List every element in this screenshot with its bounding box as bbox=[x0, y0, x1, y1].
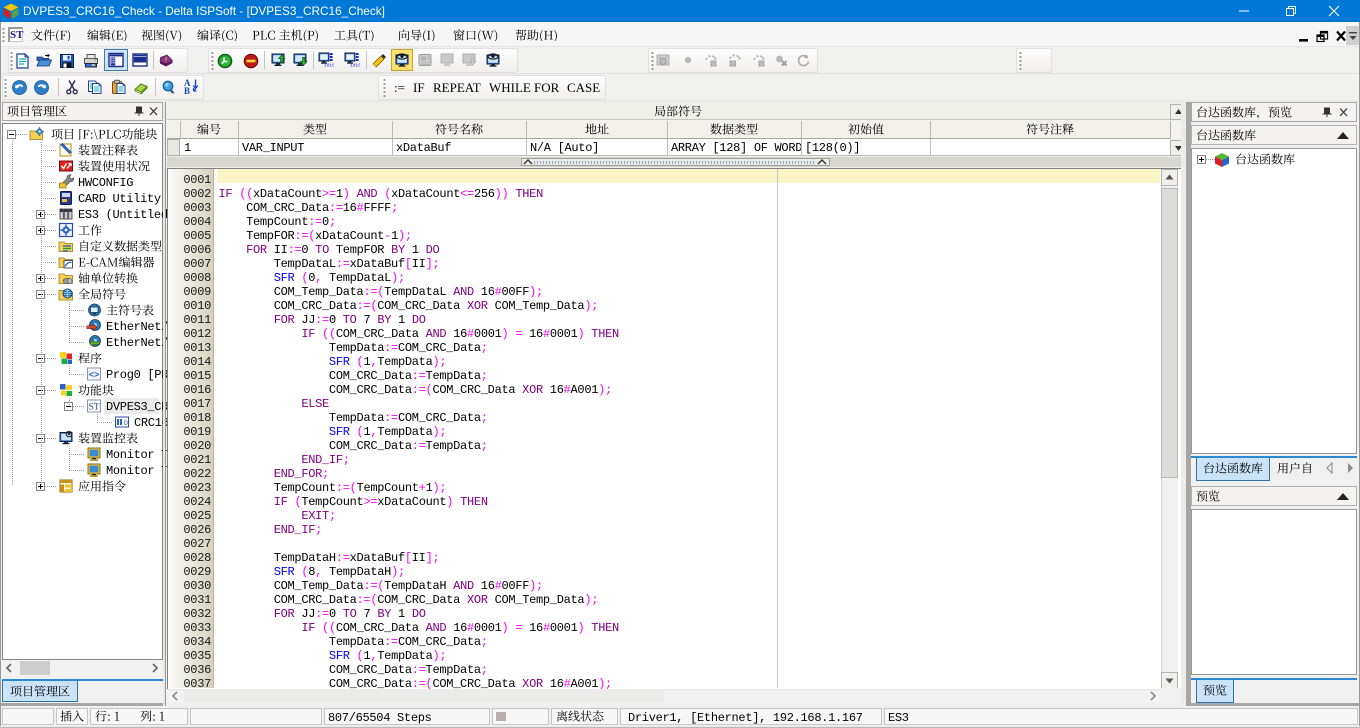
svg-text:ST: ST bbox=[88, 403, 99, 413]
svg-text:B: B bbox=[184, 86, 190, 94]
svg-text:10101: 10101 bbox=[324, 63, 334, 68]
svg-text:10101: 10101 bbox=[350, 63, 360, 68]
svg-text:<>: <> bbox=[89, 371, 100, 381]
svg-text:D: D bbox=[124, 420, 128, 427]
svg-text:?: ? bbox=[164, 57, 167, 64]
